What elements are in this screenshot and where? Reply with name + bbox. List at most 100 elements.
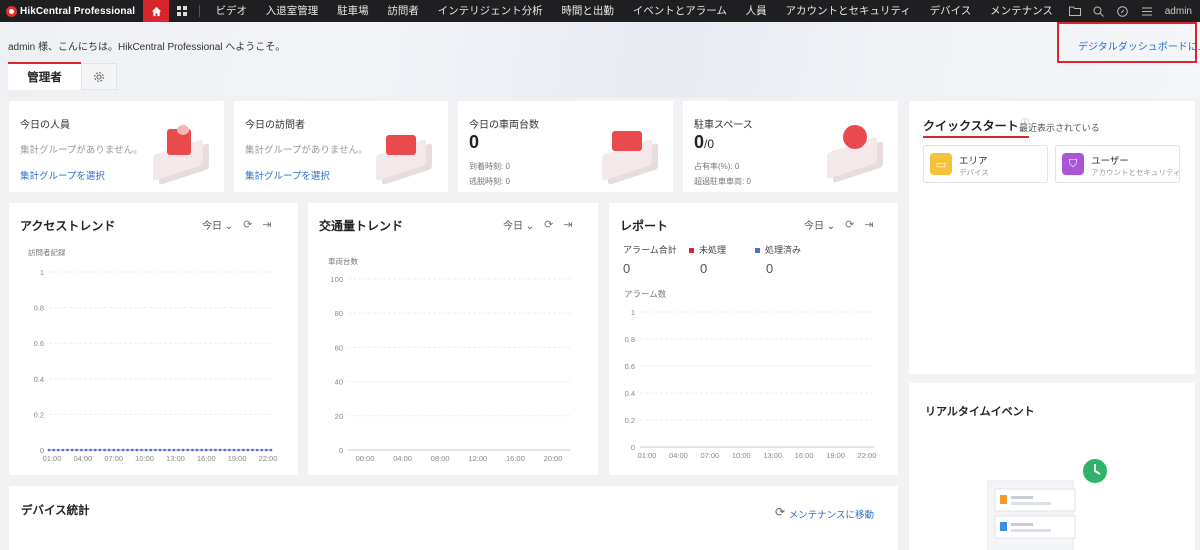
highlight-frame xyxy=(1057,22,1197,63)
data-point xyxy=(204,448,208,452)
x-tick-label: 20:00 xyxy=(544,454,563,463)
data-point xyxy=(200,448,203,452)
nav-item-3[interactable]: 訪問者 xyxy=(378,0,428,22)
search-icon xyxy=(1093,6,1105,17)
y-tick-label: 80 xyxy=(335,309,343,318)
occupancy-rate: 占有率(%): 0 xyxy=(694,162,740,171)
data-point xyxy=(117,448,120,452)
data-point xyxy=(135,448,139,452)
traffic-trend-panel: 交通量トレンド 今日 ⌄ ⟳ ⇥ 車両台数 100 80 60 40 20 0 00:00 0… xyxy=(308,203,598,475)
y-tick-label: 0.2 xyxy=(625,416,635,425)
nav-item-1[interactable]: 入退室管理 xyxy=(256,0,327,22)
hikcentral-logo-icon xyxy=(6,5,17,17)
people-illustration-icon xyxy=(149,121,213,182)
home-button[interactable] xyxy=(143,0,170,22)
visitor-card-illustration-icon xyxy=(372,121,436,182)
y-tick-label: 0.6 xyxy=(625,362,635,371)
x-tick-label: 04:00 xyxy=(73,454,92,463)
menu-button[interactable] xyxy=(1135,0,1159,22)
stat-card-vehicles: 今日の車両台数 0 到着時刻: 0 逃脱時刻: 0 xyxy=(458,101,673,192)
app-grid-button[interactable] xyxy=(169,0,195,22)
hamburger-icon xyxy=(1141,7,1152,15)
data-point xyxy=(89,448,92,452)
search-button[interactable] xyxy=(1087,0,1111,22)
data-point xyxy=(154,448,157,452)
y-tick-label: 100 xyxy=(330,275,343,284)
data-point xyxy=(172,448,176,452)
select-group-link[interactable]: 集計グループを選択 xyxy=(20,168,105,182)
nav-item-10[interactable]: メンテナンス xyxy=(981,0,1063,22)
access-trend-chart: 10.80.60.40.2001:00 04:00 07:00 10:00 13:00 1… xyxy=(34,268,278,463)
data-point xyxy=(84,448,88,452)
x-tick-label: 00:00 xyxy=(356,454,375,463)
x-tick-label: 01:00 xyxy=(43,454,62,463)
tile-name: ユーザー xyxy=(1091,156,1129,167)
brand-logo[interactable]: HikCentral Professional xyxy=(0,0,143,22)
current-user[interactable]: admin xyxy=(1165,6,1192,17)
nav-item-7[interactable]: 人員 xyxy=(736,0,776,22)
x-tick-label: 19:00 xyxy=(228,454,247,463)
data-point xyxy=(158,448,162,452)
data-point xyxy=(112,448,116,452)
area-icon: ▭ xyxy=(930,153,952,175)
y-tick-label: 0 xyxy=(339,446,343,455)
data-point xyxy=(241,448,245,452)
x-tick-label: 16:00 xyxy=(197,454,216,463)
data-point xyxy=(66,448,69,452)
x-tick-label: 13:00 xyxy=(763,451,782,460)
device-stats-title: デバイス統計 xyxy=(21,505,90,517)
tab-admin[interactable]: 管理者 xyxy=(8,62,81,90)
go-to-maintenance-link[interactable]: メンテナンスに移動 xyxy=(789,507,874,521)
compass-button[interactable] xyxy=(1111,0,1135,22)
nav-item-5[interactable]: 時間と出勤 xyxy=(552,0,623,22)
data-point xyxy=(80,448,83,452)
stat-card-parking: 駐車スペース 0/0 占有率(%): 0 超過駐車車両: 0 xyxy=(683,101,898,192)
tab-settings[interactable] xyxy=(81,63,117,90)
data-point xyxy=(191,448,194,452)
stat-card-visitors: 今日の訪問者 集計グループがありません。 集計グループを選択 xyxy=(234,101,448,192)
truck-illustration-icon xyxy=(598,121,662,182)
data-point xyxy=(163,448,166,452)
nav-item-2[interactable]: 駐車場 xyxy=(328,0,378,22)
stat-title: 駐車スペース xyxy=(694,120,753,131)
gear-icon xyxy=(94,71,104,82)
x-tick-label: 16:00 xyxy=(506,454,525,463)
nav-item-9[interactable]: デバイス xyxy=(920,0,980,22)
nav-item-0[interactable]: ビデオ xyxy=(206,0,256,22)
data-point xyxy=(167,448,171,452)
stat-title: 今日の人員 xyxy=(20,120,70,131)
data-point xyxy=(56,448,60,452)
quickstart-title: クイックスタート ⓘ xyxy=(923,117,1029,138)
arrivals-count: 到着時刻: 0 xyxy=(469,162,510,171)
refresh-icon[interactable]: ⟳ xyxy=(775,505,785,519)
data-point xyxy=(149,448,153,452)
data-point xyxy=(140,448,143,452)
overtime-vehicles: 超過駐車車両: 0 xyxy=(694,177,751,186)
vehicle-count: 0 xyxy=(469,132,480,152)
nav-item-8[interactable]: アカウントとセキュリティ xyxy=(776,0,920,22)
data-point xyxy=(144,448,148,452)
data-point xyxy=(269,448,273,452)
tile-name: エリア xyxy=(959,156,988,167)
x-tick-label: 10:00 xyxy=(732,451,751,460)
folder-button[interactable] xyxy=(1063,0,1087,22)
tile-desc: アカウントとセキュリティ xyxy=(1091,168,1181,177)
nav-item-4[interactable]: インテリジェント分析 xyxy=(428,0,552,22)
data-point xyxy=(195,448,199,452)
x-tick-label: 07:00 xyxy=(700,451,719,460)
select-group-link[interactable]: 集計グループを選択 xyxy=(245,168,330,182)
stat-title: 今日の車両台数 xyxy=(469,120,539,131)
top-nav-bar: HikCentral Professional ビデオ 入退室管理 駐車場 訪問者 イン… xyxy=(0,0,1200,22)
quickstart-tile-area[interactable]: ▭ エリア デバイス xyxy=(923,145,1048,183)
quickstart-tile-user[interactable]: ⛉ ユーザー アカウントとセキュリティ xyxy=(1055,145,1181,183)
nav-divider xyxy=(199,5,201,17)
nav-item-6[interactable]: イベントとアラーム xyxy=(623,0,736,22)
stat-card-people: 今日の人員 集計グループがありません。 集計グループを選択 xyxy=(9,101,224,192)
parking-illustration-icon xyxy=(823,119,887,180)
data-point xyxy=(93,448,97,452)
data-point xyxy=(251,448,254,452)
data-point xyxy=(75,448,79,452)
data-point xyxy=(209,448,213,452)
x-tick-label: 13:00 xyxy=(166,454,185,463)
data-point xyxy=(98,448,102,452)
